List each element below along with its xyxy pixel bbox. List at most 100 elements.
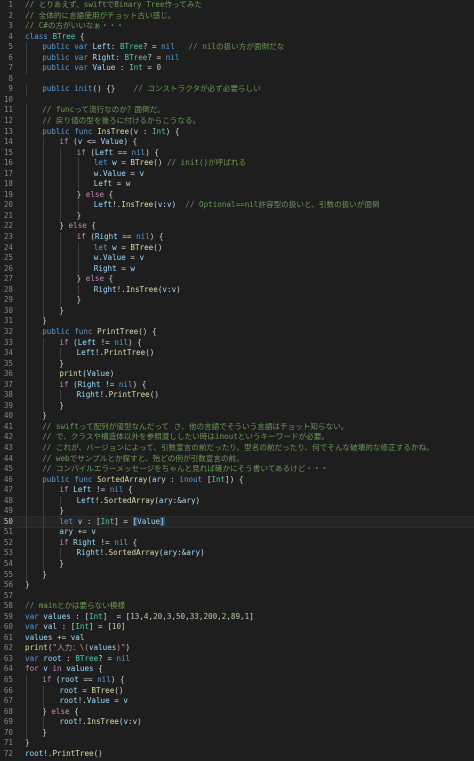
code-line[interactable]: 25 w.Value = v — [0, 253, 474, 264]
code-line[interactable]: 72 root!.PrintTree() — [0, 749, 474, 760]
code-line[interactable]: 42 // で、クラスや構造体以外を参照渡ししたい時はinoutというキーワードが… — [0, 432, 474, 443]
code-line[interactable]: 14 if (v <= Value) { — [0, 137, 474, 148]
code-line[interactable]: 19} else { — [0, 189, 474, 201]
code-token: values — [66, 664, 94, 674]
code-token: } — [76, 189, 86, 199]
code-line[interactable]: 47 if Left != nil { — [0, 485, 474, 496]
line-code: var root : BTree? = nil — [25, 654, 474, 665]
code-line[interactable]: 31} — [0, 316, 474, 327]
code-token: : — [165, 474, 180, 484]
code-line[interactable]: 64 for v in values { — [0, 664, 474, 675]
code-line[interactable]: 11 // funcって流行なのか？面倒だ。 — [0, 105, 474, 117]
code-line[interactable]: 54} — [0, 558, 474, 570]
indent-guide — [26, 516, 27, 528]
code-line[interactable]: 9 public init() {} // コンストラクタが必ず必要らしい — [0, 84, 474, 95]
indent-guide — [26, 379, 27, 391]
code-line[interactable]: 61 values += val — [0, 633, 474, 644]
code-token: ) { — [132, 379, 147, 389]
code-line[interactable]: 28 Right!.InsTree(v:v) — [0, 284, 474, 296]
code-line[interactable]: 52 if Right != nil { — [0, 537, 474, 549]
code-line[interactable]: 4 class BTree { — [0, 32, 474, 43]
code-token: :& — [177, 548, 187, 558]
code-line[interactable]: 44 // webでサンプルとか探すと、殆どの例が引数宣言の前。 — [0, 453, 474, 465]
code-token: ) { — [110, 675, 125, 684]
code-line[interactable]: 55} — [0, 569, 474, 581]
code-line[interactable]: 59 var values : [Int] = [13,4,20,3,50,33,… — [0, 612, 474, 623]
code-line[interactable]: 20 Left!.InsTree(v:v) // Optional==nil許容型… — [0, 200, 474, 211]
code-line[interactable]: 51 ary += v — [0, 527, 474, 538]
indent-guide — [43, 495, 45, 507]
code-line[interactable]: 60 var val : [Int] = [10] — [0, 622, 474, 633]
code-line[interactable]: 67 root!.Value = v — [0, 696, 474, 707]
code-line[interactable]: 66 root = BTree() — [0, 685, 474, 697]
line-number: 39 — [3, 400, 13, 410]
code-line[interactable]: 2 // 全体的に言語使用がチョット古い感じ。 — [0, 11, 474, 22]
code-line[interactable]: 12 // 戻り値の型を後ろに付けるからこうなる。 — [0, 116, 474, 127]
code-line[interactable]: 68} else { — [0, 706, 474, 718]
code-token: print — [59, 369, 83, 379]
code-line[interactable]: 29} — [0, 295, 474, 306]
code-line[interactable]: 22} else { — [0, 221, 474, 233]
code-editor[interactable]: 1 // とりあえず、swiftでBinary Tree作ってみた 2 // 全体的に… — [0, 0, 474, 761]
code-line[interactable]: 41 // swiftって配列が値型なんだって さ、他の言語でそういう言語はチョッ… — [0, 421, 474, 433]
code-line[interactable]: 3 // C#の方がいいなぁ・・・ — [0, 21, 474, 32]
code-line[interactable]: 38 Right!.PrintTree() — [0, 390, 474, 401]
line-number: 25 — [3, 253, 13, 263]
code-line[interactable]: 70} — [0, 727, 474, 739]
indent-guide — [43, 400, 45, 412]
code-token: Int — [100, 516, 115, 526]
code-line[interactable]: 37 if (Right != nil) { — [0, 379, 474, 391]
code-line[interactable]: 21} — [0, 210, 474, 222]
code-line[interactable]: 35} — [0, 358, 474, 370]
code-line[interactable]: 45 // コンパイルエラーメッセージをちゃんと見れば確かにそう書いてあるけど・・… — [0, 464, 474, 475]
code-line[interactable]: 53 Right!.SortedArray(ary:&ary) — [0, 548, 474, 559]
code-line[interactable]: 36 print(Value) — [0, 369, 474, 380]
code-token: { — [128, 537, 138, 547]
code-line[interactable]: 1 // とりあえず、swiftでBinary Tree作ってみた — [0, 0, 474, 11]
indent-guide — [43, 685, 45, 697]
code-line[interactable]: 62 print("入力：\(values)") — [0, 643, 474, 654]
code-line[interactable]: 32 public func PrintTree() { — [0, 326, 474, 338]
code-line[interactable]: 39} — [0, 400, 474, 412]
line-code: root = BTree() — [59, 686, 474, 697]
code-line[interactable]: 57 — [0, 591, 474, 602]
code-line[interactable]: 7 public var Value : Int = 0 — [0, 63, 474, 74]
code-token: var — [74, 63, 88, 73]
code-line[interactable]: 63 var root : BTree? = nil — [0, 654, 474, 665]
code-line[interactable]: 69 root!.InsTree(v:v) — [0, 717, 474, 728]
code-line[interactable]: 5 public var Left: BTree? = nil // nilの扱い… — [0, 42, 474, 53]
code-line[interactable]: 50 let v : [Int] = [Value] — [0, 515, 474, 529]
code-line[interactable]: 33 if (Left != nil) { — [0, 337, 474, 349]
code-line[interactable]: 30} — [0, 305, 474, 317]
code-line[interactable]: 58 // mainとかは要らない模様 — [0, 601, 474, 612]
code-token: ary — [158, 495, 173, 505]
code-token: !. — [112, 200, 122, 210]
code-line[interactable]: 17 w.Value = v — [0, 168, 474, 180]
code-line[interactable]: 23 if (Right == nil) { — [0, 232, 474, 243]
code-line[interactable]: 48 Left!.SortedArray(ary:&ary) — [0, 495, 474, 507]
code-line[interactable]: 16 let w = BTree() // init()が呼ばれる — [0, 158, 474, 169]
code-lines[interactable]: 1 // とりあえず、swiftでBinary Tree作ってみた 2 // 全体的に… — [0, 0, 474, 759]
code-line[interactable]: 8 — [0, 74, 474, 85]
code-line[interactable]: 40} — [0, 411, 474, 422]
code-line[interactable]: 26 Right = w — [0, 263, 474, 275]
code-token: Value — [137, 516, 161, 526]
line-code: } — [42, 316, 474, 327]
line-code: root!.Value = v — [59, 696, 474, 707]
code-line[interactable]: 56} — [0, 580, 474, 591]
code-line[interactable]: 18 Left = w — [0, 179, 474, 190]
code-line[interactable]: 10 — [0, 95, 474, 106]
code-line[interactable]: 46 public func SortedArray(ary : inout [I… — [0, 474, 474, 486]
code-line[interactable]: 71} — [0, 738, 474, 749]
code-line[interactable]: 15 if (Left == nil) { — [0, 147, 474, 159]
code-line[interactable]: 34 Left!.PrintTree() — [0, 348, 474, 359]
code-line[interactable]: 27} else { — [0, 274, 474, 285]
code-line[interactable]: 49} — [0, 506, 474, 517]
code-line[interactable]: 6 public var Right: BTree? = nil — [0, 52, 474, 64]
indent-guide — [60, 548, 62, 559]
code-token: let — [93, 242, 108, 252]
code-line[interactable]: 13 public func InsTree(v : Int) { — [0, 126, 474, 138]
code-line[interactable]: 24 let w = BTree() — [0, 242, 474, 254]
code-line[interactable]: 65 if (root == nil) { — [0, 675, 474, 686]
code-line[interactable]: 43 // これが、バージョンによって、引数宣言の前だったり、型名の前だったり、何… — [0, 442, 474, 454]
